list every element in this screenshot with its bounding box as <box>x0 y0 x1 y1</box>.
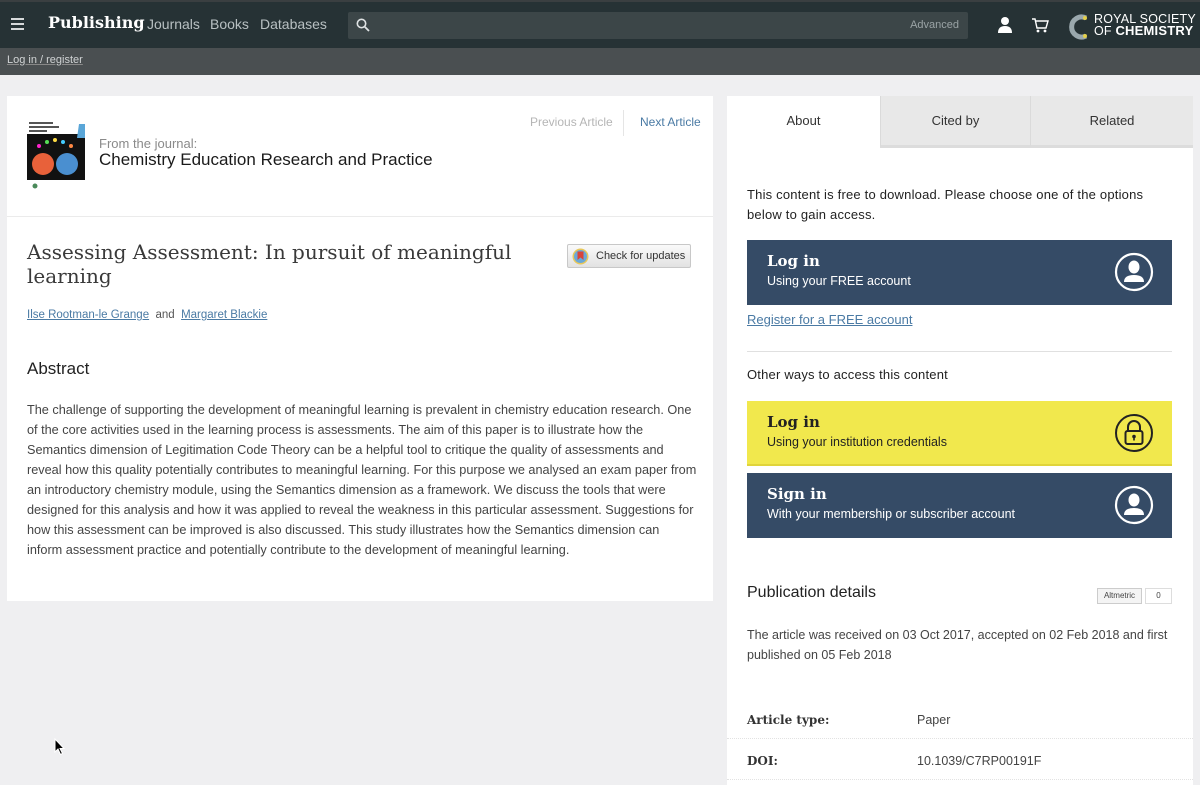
detail-value[interactable]: 10.1039/C7RP00191F <box>917 754 1041 768</box>
lock-icon <box>1115 414 1153 452</box>
search-icon[interactable] <box>356 18 370 32</box>
crossmark-icon <box>572 248 589 265</box>
abstract-text: The challenge of supporting the developm… <box>27 403 697 557</box>
article-card: From the journal: Chemistry Education Re… <box>7 96 713 601</box>
sign-in-title: Sign in <box>767 485 827 503</box>
rsc-logo[interactable]: ROYAL SOCIETY OF CHEMISTRY <box>1068 13 1196 41</box>
access-panel: About Cited by Related This content is f… <box>727 96 1193 785</box>
publication-details-heading: Publication details <box>747 584 876 601</box>
altmetric-badge[interactable]: Altmetric 0 <box>1097 588 1172 604</box>
top-navigation: Publishing Journals Books Databases Adva… <box>0 0 1200 48</box>
menu-icon[interactable] <box>11 18 24 30</box>
check-for-updates-button[interactable]: Check for updates <box>567 244 691 268</box>
journal-header: From the journal: Chemistry Education Re… <box>7 96 713 217</box>
brand-publishing[interactable]: Publishing <box>48 13 145 32</box>
journal-cover-image[interactable] <box>27 120 87 190</box>
login-free-account-button[interactable]: Log in Using your FREE account <box>747 240 1172 305</box>
author-link[interactable]: Ilse Rootman-le Grange <box>27 309 149 321</box>
detail-row-article-type: Article type: Paper <box>727 699 1193 739</box>
nav-books[interactable]: Books <box>210 16 249 32</box>
section-divider <box>747 351 1172 352</box>
next-article-link[interactable]: Next Article <box>640 115 701 129</box>
search-bar: Advanced <box>348 12 968 39</box>
journal-name-link[interactable]: Chemistry Education Research and Practic… <box>99 150 433 170</box>
login-institution-title: Log in <box>767 413 820 431</box>
detail-value: Paper <box>917 713 951 727</box>
nav-journals[interactable]: Journals <box>147 16 200 32</box>
author-conjunction: and <box>155 309 175 321</box>
article-nav-divider <box>623 110 624 136</box>
previous-article-link[interactable]: Previous Article <box>530 115 613 129</box>
nav-databases[interactable]: Databases <box>260 16 327 32</box>
article-title: Assessing Assessment: In pursuit of mean… <box>27 240 512 288</box>
from-journal-label: From the journal: <box>99 136 198 151</box>
user-account-icon[interactable] <box>997 16 1013 34</box>
secondary-bar: Log in / register <box>0 48 1200 75</box>
login-institution-button[interactable]: Log in Using your institution credential… <box>747 401 1172 466</box>
other-ways-heading: Other ways to access this content <box>747 367 948 382</box>
detail-label: DOI: <box>747 754 778 768</box>
tab-about[interactable]: About <box>727 96 880 148</box>
login-free-subtitle: Using your FREE account <box>767 274 911 288</box>
rsc-logo-text: ROYAL SOCIETY OF CHEMISTRY <box>1094 12 1196 38</box>
advanced-search-link[interactable]: Advanced <box>910 19 959 31</box>
detail-row-doi: DOI: 10.1039/C7RP00191F <box>727 740 1193 780</box>
author-list: Ilse Rootman-le Grange and Margaret Blac… <box>27 309 267 321</box>
search-input[interactable] <box>378 12 898 39</box>
login-institution-subtitle: Using your institution credentials <box>767 435 947 449</box>
free-download-notice: This content is free to download. Please… <box>747 187 1144 222</box>
abstract-heading: Abstract <box>27 359 90 378</box>
login-free-title: Log in <box>767 252 820 270</box>
sign-in-subtitle: With your membership or subscriber accou… <box>767 507 1016 521</box>
author-link[interactable]: Margaret Blackie <box>181 309 267 321</box>
altmetric-count: 0 <box>1145 588 1172 604</box>
rsc-logo-icon <box>1069 14 1088 40</box>
login-register-link[interactable]: Log in / register <box>7 54 83 66</box>
altmetric-label: Altmetric <box>1097 588 1142 604</box>
check-for-updates-label: Check for updates <box>596 250 686 262</box>
sign-in-membership-button[interactable]: Sign in With your membership or subscrib… <box>747 473 1172 538</box>
register-free-account-link[interactable]: Register for a FREE account <box>747 312 912 327</box>
publication-dates: The article was received on 03 Oct 2017,… <box>747 628 1168 662</box>
user-circle-icon <box>1114 252 1154 292</box>
detail-label: Article type: <box>747 713 830 727</box>
panel-tabs: About Cited by Related <box>727 96 1193 148</box>
cart-icon[interactable] <box>1031 17 1049 34</box>
user-circle-icon <box>1114 485 1154 525</box>
tab-cited-by[interactable]: Cited by <box>880 96 1030 148</box>
tab-related[interactable]: Related <box>1030 96 1193 148</box>
mouse-cursor-icon <box>54 738 66 756</box>
